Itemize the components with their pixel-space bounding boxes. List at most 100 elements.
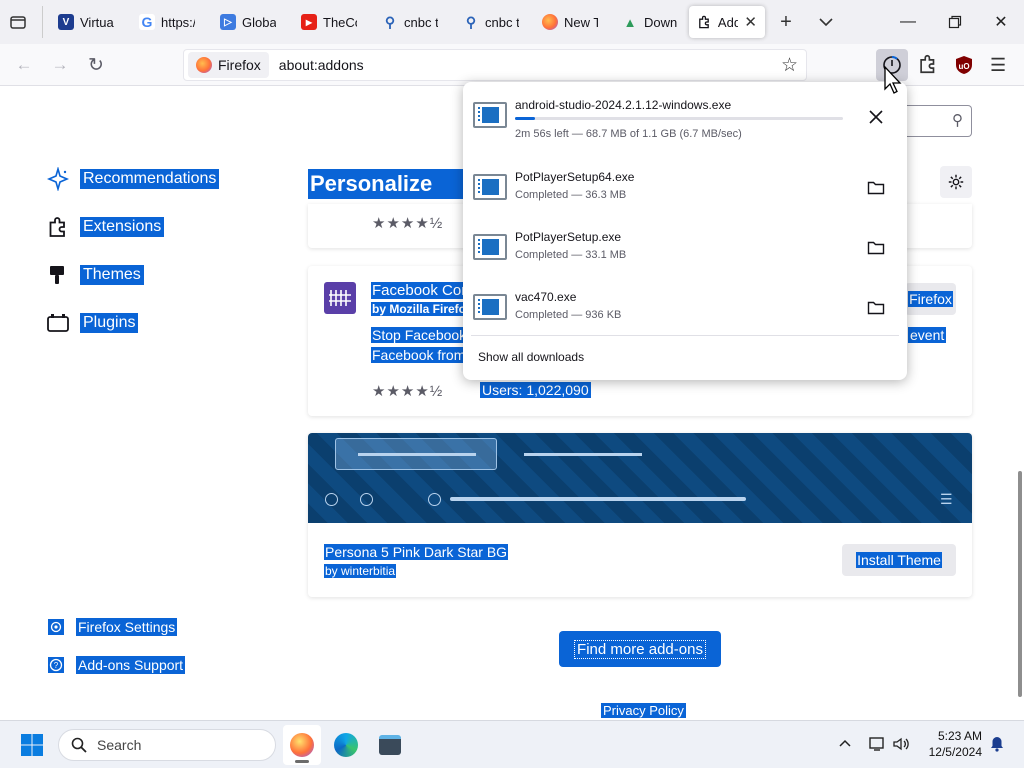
show-hidden-icons-button[interactable] <box>836 735 854 753</box>
close-tab-icon[interactable]: ✕ <box>744 13 757 31</box>
reload-button[interactable]: ↻ <box>82 51 110 79</box>
page-scrollbar[interactable] <box>1018 471 1022 697</box>
theme-title[interactable]: Persona 5 Pink Dark Star BG <box>324 544 509 560</box>
arrow-left-icon: ← <box>15 55 33 74</box>
download-filename: PotPlayerSetup64.exe <box>515 170 635 184</box>
google-icon: G <box>139 14 155 30</box>
privacy-policy-link[interactable]: Privacy Policy <box>601 703 686 718</box>
list-all-tabs-button[interactable] <box>8 12 30 32</box>
tab-label: cnbc t <box>485 14 519 30</box>
android-icon: ▲ <box>623 14 637 30</box>
tab-list-dropdown[interactable] <box>814 10 838 34</box>
tab-5[interactable]: ⚲ cnbc t <box>455 6 533 38</box>
open-folder-button[interactable] <box>865 238 887 258</box>
url-text[interactable]: about:addons <box>279 57 364 73</box>
start-button[interactable] <box>20 733 44 757</box>
folder-icon <box>867 241 885 255</box>
virtualbox-icon: V <box>58 14 74 30</box>
sidebar-item-label: Recommendations <box>80 169 220 189</box>
windows-taskbar: Search 5:23 AM 12/5/2024 <box>0 720 1024 768</box>
sidebar-item-label: Themes <box>80 265 144 285</box>
download-status: Completed — 33.1 MB <box>515 249 627 261</box>
tab-label: cnbc t <box>404 14 438 30</box>
new-tab-button[interactable]: + <box>774 10 798 34</box>
tab-6[interactable]: ● New T <box>534 6 612 38</box>
identity-box[interactable]: Firefox <box>188 52 269 78</box>
tab-3[interactable]: ▶ TheCo <box>293 6 371 38</box>
close-window-button[interactable]: ✕ <box>981 8 1021 36</box>
firefox-settings-link[interactable]: Firefox Settings <box>48 618 178 636</box>
navigation-toolbar: ← → ↻ Firefox about:addons ☆ uO ☰ <box>0 44 1024 86</box>
sidebar-item-label: Extensions <box>80 217 165 237</box>
addon-author[interactable]: by Mozilla Firefox <box>371 302 463 316</box>
show-all-downloads-button[interactable]: Show all downloads <box>478 350 584 364</box>
tab-label: Virtual <box>80 14 114 30</box>
install-theme-button[interactable]: Install Theme <box>842 544 956 576</box>
addons-support-link[interactable]: ? Add-ons Support <box>48 656 186 674</box>
add-to-firefox-button[interactable]: Firefox <box>905 283 956 315</box>
ublock-button[interactable]: uO <box>954 55 974 75</box>
executable-file-icon <box>473 294 507 320</box>
minimize-button[interactable]: — <box>888 8 928 36</box>
puzzle-icon <box>49 217 65 237</box>
download-item-potplayersetup64[interactable]: PotPlayerSetup64.exe Completed — 36.3 MB <box>473 162 897 220</box>
chevron-down-icon <box>819 18 833 27</box>
forward-button[interactable]: → <box>46 51 74 79</box>
addon-title[interactable]: Facebook Con <box>371 282 463 299</box>
identity-label: Firefox <box>218 57 261 73</box>
taskbar-edge[interactable] <box>327 725 365 765</box>
taskbar-virtualbox[interactable] <box>371 725 409 765</box>
volume-icon[interactable] <box>892 735 910 753</box>
addon-description-line1: Stop Facebook <box>371 327 463 343</box>
download-item-android-studio[interactable]: android-studio-2024.2.1.12-windows.exe 2… <box>473 90 897 148</box>
downloads-panel: android-studio-2024.2.1.12-windows.exe 2… <box>463 82 907 380</box>
back-button[interactable]: ← <box>10 51 38 79</box>
network-icon[interactable] <box>868 735 886 753</box>
tab-7[interactable]: ▲ Downl <box>614 6 692 38</box>
taskbar-firefox[interactable] <box>283 725 321 765</box>
download-filename: android-studio-2024.2.1.12-windows.exe <box>515 98 732 112</box>
cancel-download-button[interactable] <box>865 106 887 128</box>
facebook-container-icon <box>324 282 356 314</box>
sidebar-item-label: Plugins <box>80 313 139 333</box>
tab-1[interactable]: G https:/ <box>131 6 209 38</box>
minimize-icon: — <box>900 13 916 30</box>
tab-2[interactable]: ▷ Global <box>212 6 290 38</box>
menu-button[interactable]: ☰ <box>990 55 1010 75</box>
play-icon: ▷ <box>220 14 236 30</box>
clock[interactable]: 5:23 AM 12/5/2024 <box>920 728 982 760</box>
tab-8-active[interactable]: Add ✕ <box>689 6 765 38</box>
theme-author[interactable]: by winterbitia <box>324 564 397 578</box>
sidebar-footer-label: Firefox Settings <box>76 618 178 636</box>
hamburger-icon: ☰ <box>990 55 1007 75</box>
mouse-cursor-icon <box>884 66 902 94</box>
taskbar-search-box[interactable]: Search <box>58 729 276 761</box>
tab-0[interactable]: V Virtual <box>50 6 128 38</box>
search-addons-field[interactable]: ⚲ <box>900 105 972 137</box>
search-icon: ⚲ <box>952 112 963 129</box>
arrow-right-icon: → <box>51 55 69 74</box>
sidebar-item-extensions[interactable]: Extensions <box>46 215 165 239</box>
open-folder-button[interactable] <box>865 298 887 318</box>
download-progress-bar <box>515 117 843 120</box>
sidebar-item-plugins[interactable]: Plugins <box>46 311 139 335</box>
tab-4[interactable]: ⚲ cnbc t <box>374 6 452 38</box>
sidebar-item-themes[interactable]: Themes <box>46 263 144 287</box>
theme-card-persona5[interactable]: ☰ Persona 5 Pink Dark Star BG by winterb… <box>308 433 972 597</box>
find-more-addons-button[interactable]: Find more add-ons <box>559 631 721 667</box>
extensions-button[interactable] <box>917 53 941 77</box>
firefox-icon <box>290 733 314 757</box>
download-item-potplayersetup[interactable]: PotPlayerSetup.exe Completed — 33.1 MB <box>473 222 897 280</box>
sparkle-icon <box>46 167 70 191</box>
download-item-vac470[interactable]: vac470.exe Completed — 936 KB <box>473 282 897 340</box>
restore-button[interactable] <box>935 8 975 36</box>
notifications-bell-icon[interactable] <box>988 735 1006 753</box>
open-folder-button[interactable] <box>865 178 887 198</box>
tools-gear-button[interactable] <box>940 166 972 198</box>
sidebar-item-recommendations[interactable]: Recommendations <box>46 167 220 191</box>
svg-text:uO: uO <box>958 62 969 71</box>
rating-stars: ★★★★½ <box>372 215 444 232</box>
address-bar[interactable]: Firefox about:addons ☆ <box>183 49 807 81</box>
bookmark-star-icon[interactable]: ☆ <box>781 54 798 77</box>
tab-label: New T <box>564 14 598 30</box>
